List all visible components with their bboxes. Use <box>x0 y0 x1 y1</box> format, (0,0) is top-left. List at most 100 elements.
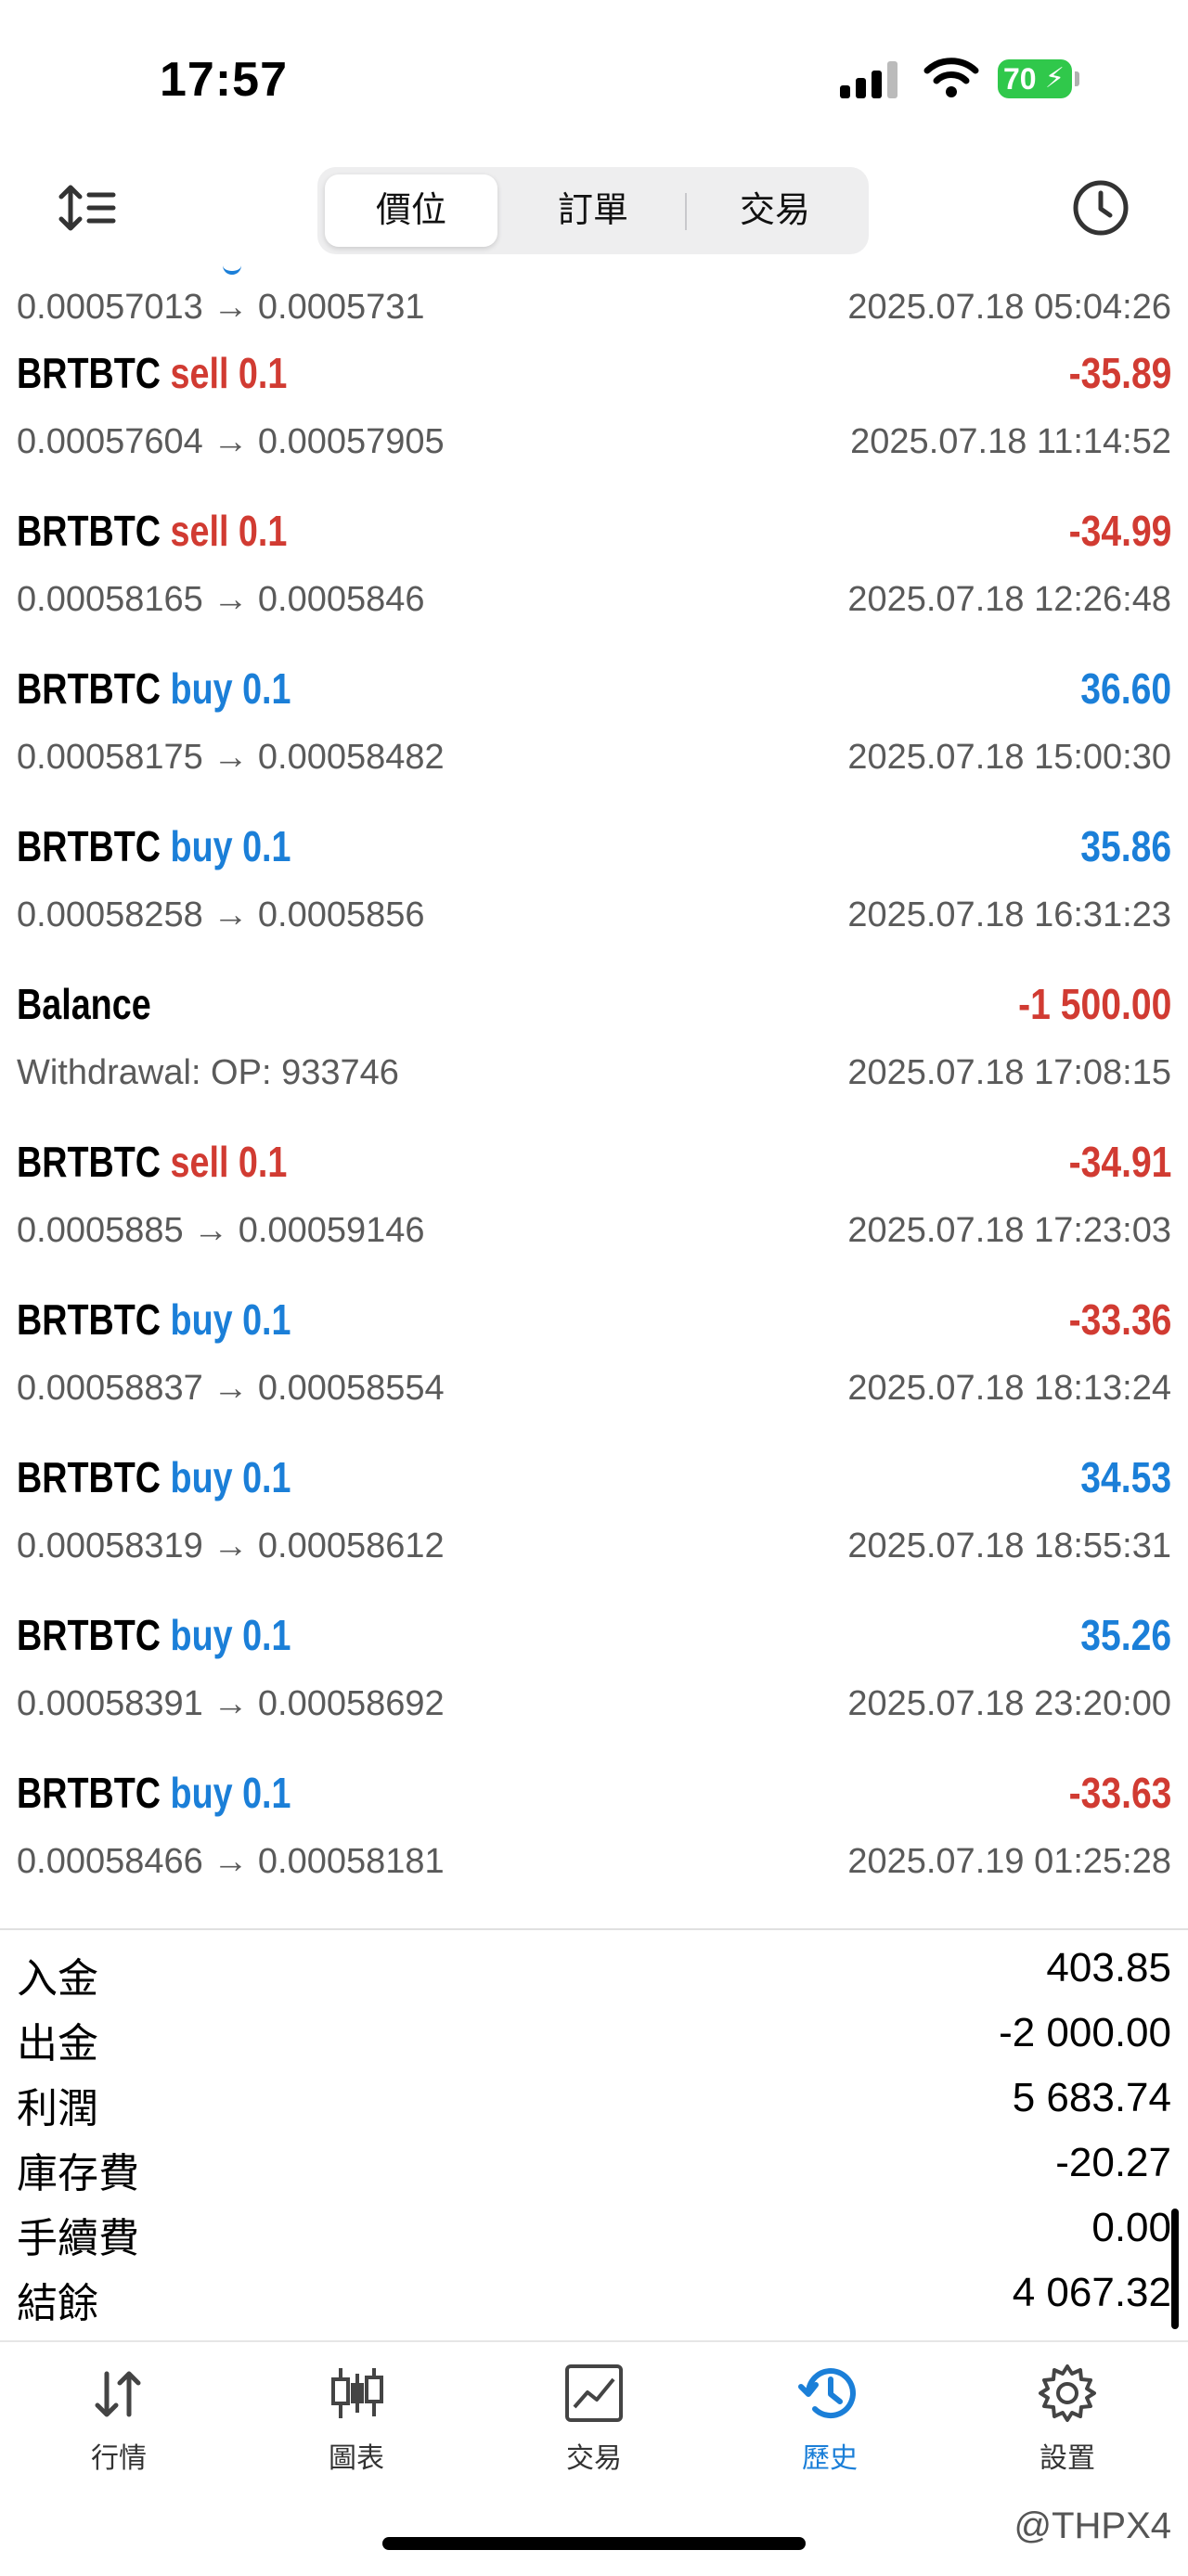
deal-time: 2025.07.18 17:23:03 <box>847 1211 1171 1250</box>
deal-time: 2025.07.18 11:14:52 <box>850 422 1171 461</box>
deal-symbol: BRTBTC buy 0.1 <box>17 1452 291 1502</box>
sort-icon[interactable] <box>58 182 117 234</box>
symbol-name: BRTBTC <box>17 349 161 397</box>
deal-time: 2025.07.18 05:04:26 <box>847 288 1171 327</box>
scrollbar[interactable] <box>1171 2209 1179 2329</box>
deal-side: buy 0.1 <box>170 664 291 713</box>
tab-orders[interactable]: 訂單 <box>507 174 679 247</box>
deal-profit: 36.60 <box>1080 664 1171 713</box>
deal-symbol: BRTBTC sell 0.1 <box>17 506 287 556</box>
deal-time: 2025.07.18 17:08:15 <box>847 1053 1171 1092</box>
deal-row[interactable]: BRTBTC buy 0.1 -33.36 0.00058837 → 0.00058… <box>0 1287 1188 1445</box>
tab-history[interactable]: 歷史 <box>755 2361 904 2491</box>
tab-trade[interactable]: 交易 <box>520 2361 668 2491</box>
summary-row: 手續費 0.00 <box>0 2197 1188 2261</box>
history-clock-icon <box>798 2368 856 2419</box>
account-summary: 入金 403.85 出金 -2 000.00 利潤 5 683.74 庫存費 -20.27 手續… <box>0 1928 1188 2342</box>
symbol-name: BRTBTC <box>17 1295 161 1344</box>
candlestick-chart-icon <box>331 2368 383 2418</box>
summary-label: 手續費 <box>17 2216 139 2261</box>
deal-row[interactable]: BRTBTC buy 0.1 35.86 0.00058258 → 0.000585… <box>0 814 1188 972</box>
deal-time: 2025.07.19 01:25:28 <box>847 1842 1171 1881</box>
deal-side: buy 0.1 <box>170 1611 291 1659</box>
summary-label: 利潤 <box>17 2086 98 2132</box>
deal-time: 2025.07.18 18:13:24 <box>847 1369 1171 1408</box>
symbol-name: BRTBTC <box>17 507 161 555</box>
home-indicator[interactable] <box>382 2537 806 2550</box>
status-bar: 17:57 70 ⚡ <box>0 0 1188 148</box>
deals-list[interactable]: 0.00057013 → 0.0005731 2025.07.18 05:04:… <box>0 260 1188 1927</box>
summary-label: 出金 <box>17 2021 98 2067</box>
deal-symbol: BRTBTC sell 0.1 <box>17 348 287 398</box>
summary-value: 4 067.32 <box>1012 2270 1171 2315</box>
summary-value: -2 000.00 <box>999 2010 1171 2055</box>
history-toolbar: 價位 訂單 交易 <box>0 158 1188 264</box>
quotes-arrows-icon <box>95 2371 141 2417</box>
deal-profit: -1 500.00 <box>1017 980 1171 1028</box>
tab-deals[interactable]: 交易 <box>689 174 861 247</box>
deal-row[interactable]: BRTBTC buy 0.1 35.26 0.00058391 → 0.000586… <box>0 1603 1188 1760</box>
tab-label: 行情 <box>91 2443 147 2474</box>
segment-divider <box>685 193 687 230</box>
deal-symbol: BRTBTC buy 0.1 <box>17 1610 291 1660</box>
deal-symbol: BRTBTC buy 0.1 <box>17 1768 291 1818</box>
deal-symbol: BRTBTC buy 0.1 <box>17 663 291 714</box>
deal-side: sell 0.1 <box>170 1138 288 1186</box>
deal-side: buy 0.1 <box>170 1769 291 1817</box>
wifi-icon <box>923 58 979 97</box>
deal-profit: 34.53 <box>1080 1453 1171 1501</box>
deal-profit: -34.91 <box>1068 1138 1171 1186</box>
deal-row[interactable]: BRTBTC buy 0.1 36.60 0.00058175 → 0.000584… <box>0 656 1188 814</box>
watermark-text: @THPX4 <box>1014 2505 1171 2546</box>
deal-prices: 0.00057604 → 0.00057905 <box>17 422 445 461</box>
deal-prices: 0.00058466 → 0.00058181 <box>17 1842 445 1881</box>
deal-prices: 0.00058258 → 0.0005856 <box>17 895 425 934</box>
deal-side: sell 0.1 <box>170 507 288 555</box>
summary-label: 入金 <box>17 1956 98 2002</box>
tab-price[interactable]: 價位 <box>325 174 497 247</box>
tab-quotes[interactable]: 行情 <box>45 2361 193 2491</box>
summary-value: -20.27 <box>1055 2140 1171 2185</box>
deal-prices: 0.00058165 → 0.0005846 <box>17 580 425 619</box>
deal-prices: 0.00058175 → 0.00058482 <box>17 738 445 777</box>
symbol-name: BRTBTC <box>17 1611 161 1659</box>
summary-label: 結餘 <box>17 2281 98 2326</box>
deal-row[interactable]: BRTBTC buy 0.1 -33.63 0.00058466 → 0.00058… <box>0 1760 1188 1918</box>
summary-row: 結餘 4 067.32 <box>0 2262 1188 2326</box>
deal-row[interactable]: BRTBTC sell 0.1 -35.89 0.00057604 → 0.0005… <box>0 341 1188 498</box>
deal-side: buy 0.1 <box>170 822 291 870</box>
deal-profit: -35.89 <box>1068 349 1171 397</box>
symbol-name: BRTBTC <box>17 1138 161 1186</box>
summary-value: 5 683.74 <box>1012 2075 1171 2120</box>
status-time: 17:57 <box>160 53 288 107</box>
deal-symbol: BRTBTC buy 0.1 <box>17 1294 291 1345</box>
deal-prices: Withdrawal: OP: 933746 <box>17 1053 399 1092</box>
deal-row[interactable]: BRTBTC buy 0.1 34.53 0.00058319 → 0.000586… <box>0 1445 1188 1603</box>
tab-settings[interactable]: 設置 <box>993 2361 1142 2491</box>
summary-value: 0.00 <box>1091 2205 1171 2250</box>
deal-row[interactable]: BRTBTC sell 0.1 -34.91 0.0005885 → 0.00059… <box>0 1129 1188 1287</box>
deal-prices: 0.00057013 → 0.0005731 <box>17 288 425 327</box>
settings-gear-icon <box>1039 2364 1096 2422</box>
deal-profit: -33.63 <box>1068 1769 1171 1817</box>
tab-charts[interactable]: 圖表 <box>282 2361 431 2491</box>
deal-time: 2025.07.18 18:55:31 <box>847 1526 1171 1565</box>
deal-prices: 0.00058837 → 0.00058554 <box>17 1369 445 1408</box>
symbol-name: BRTBTC <box>17 664 161 713</box>
segmented-control: 價位 訂單 交易 <box>317 167 869 254</box>
list-item-partial[interactable]: 0.00057013 → 0.0005731 2025.07.18 05:04:… <box>0 260 1188 334</box>
deal-symbol: Balance <box>17 979 151 1029</box>
deal-time: 2025.07.18 23:20:00 <box>847 1684 1171 1723</box>
deal-profit: -33.36 <box>1068 1295 1171 1344</box>
deal-row[interactable]: BRTBTC sell 0.1 -34.99 0.00058165 → 0.0005… <box>0 498 1188 656</box>
deal-profit: -34.99 <box>1068 507 1171 555</box>
summary-row: 入金 403.85 <box>0 1938 1188 2002</box>
clock-icon[interactable] <box>1071 178 1130 238</box>
battery-level: 70 <box>1003 62 1037 96</box>
deal-symbol: BRTBTC buy 0.1 <box>17 821 291 871</box>
deal-time: 2025.07.18 15:00:30 <box>847 738 1171 777</box>
deal-prices: 0.00058319 → 0.00058612 <box>17 1526 445 1565</box>
summary-label: 庫存費 <box>17 2151 139 2196</box>
deal-prices: 0.0005885 → 0.00059146 <box>17 1211 425 1250</box>
deal-row[interactable]: Balance -1 500.00 Withdrawal: OP: 933746 2… <box>0 972 1188 1129</box>
